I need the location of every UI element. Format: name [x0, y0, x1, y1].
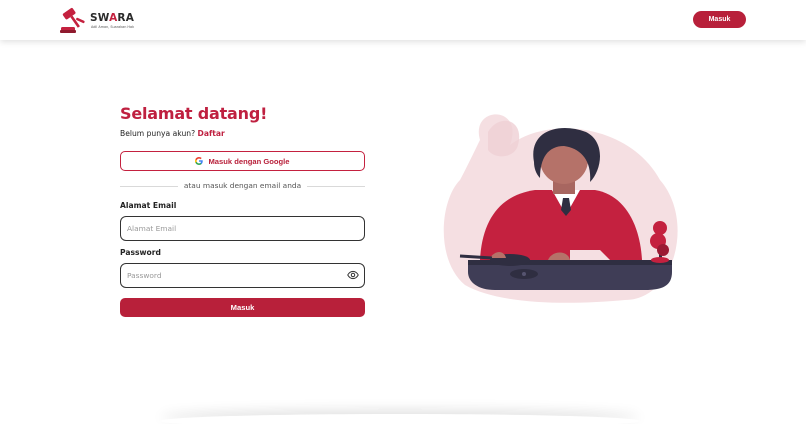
judge-illustration [443, 114, 678, 303]
navbar: SWARA Adil Aman, Suarakan Hak Masuk [0, 0, 806, 40]
bottom-shadow [160, 414, 640, 424]
signup-prompt: Belum punya akun? Daftar [120, 129, 225, 138]
gavel-icon [60, 7, 85, 33]
divider: atau masuk dengan email anda [120, 181, 365, 191]
password-label: Password [120, 248, 161, 257]
login-submit-button[interactable]: Masuk [120, 298, 365, 317]
logo-tagline: Adil Aman, Suarakan Hak [91, 25, 135, 29]
email-label: Alamat Email [120, 201, 177, 210]
eye-icon[interactable] [347, 269, 359, 281]
navbar-login-button[interactable]: Masuk [693, 11, 746, 28]
google-login-button[interactable]: Masuk dengan Google [120, 151, 365, 171]
signup-link[interactable]: Daftar [198, 129, 225, 138]
divider-line-right [307, 186, 365, 187]
email-field[interactable] [120, 216, 365, 241]
signup-prompt-text: Belum punya akun? [120, 129, 196, 138]
logo-name: SWARA [90, 12, 135, 24]
logo[interactable]: SWARA Adil Aman, Suarakan Hak [58, 6, 138, 34]
google-button-label: Masuk dengan Google [208, 156, 290, 166]
password-field[interactable] [120, 263, 365, 288]
google-icon [195, 157, 204, 165]
page-title: Selamat datang! [120, 104, 268, 123]
login-page: SWARA Adil Aman, Suarakan Hak Masuk Sela… [0, 0, 806, 424]
